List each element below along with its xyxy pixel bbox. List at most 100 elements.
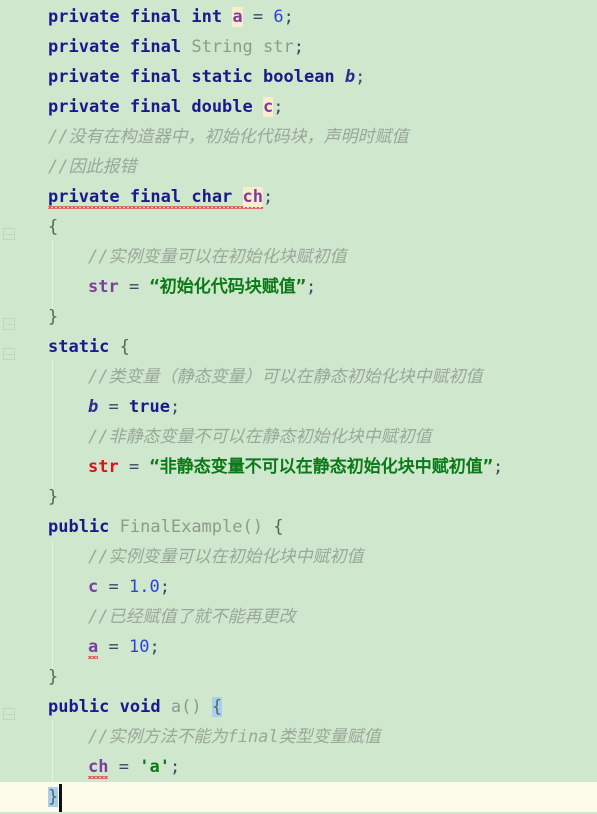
ref-str-assign[interactable]: str	[88, 277, 119, 297]
code-line-12[interactable]: static {	[0, 332, 597, 362]
comment-line-15: //非静态变量不可以在静态初始化块中赋初值	[88, 427, 432, 447]
keyword-char: char	[191, 187, 233, 207]
field-c-declaration[interactable]: c	[263, 97, 274, 117]
operator-assign: =	[108, 577, 119, 597]
literal-true: true	[129, 397, 170, 417]
constructor-name: FinalExample	[119, 517, 243, 537]
code-line-23[interactable]: }	[0, 662, 597, 692]
keyword-final: final	[129, 7, 182, 27]
semicolon: ;	[283, 7, 294, 27]
code-line-27[interactable]: }	[0, 782, 597, 812]
keyword-final: final	[129, 67, 182, 87]
keyword-final: final	[129, 37, 182, 57]
semicolon: ;	[169, 757, 181, 777]
ref-ch-error-assign[interactable]: ch	[88, 757, 109, 781]
keyword-double: double	[191, 97, 253, 117]
keyword-private: private	[48, 7, 120, 27]
brace-open-constructor: {	[273, 517, 284, 537]
semicolon: ;	[293, 37, 304, 57]
keyword-private: private	[48, 97, 120, 117]
operator-assign: =	[118, 757, 129, 777]
string-literal-static-error: “非静态变量不可以在静态初始化块中赋初值”	[149, 457, 493, 477]
code-line-10[interactable]: str = “初始化代码块赋值”;	[0, 272, 597, 302]
field-ch-declaration[interactable]: ch	[242, 187, 264, 207]
code-line-18[interactable]: public FinalExample() {	[0, 512, 597, 542]
semicolon: ;	[273, 97, 284, 117]
brace-open-static-block: {	[119, 337, 130, 357]
brace-open-instance-block: {	[48, 217, 59, 237]
keyword-private: private	[48, 187, 120, 207]
literal-1-0: 1.0	[129, 577, 160, 597]
code-line-14[interactable]: b = true;	[0, 392, 597, 422]
comment-line-13: //类变量（静态变量）可以在静态初始化块中赋初值	[88, 367, 483, 387]
keyword-private: private	[48, 37, 120, 57]
comment-line-6: //因此报错	[48, 157, 137, 177]
error-underline-ch-declaration: private final char ch	[48, 187, 264, 211]
comment-line-21: //已经赋值了就不能再更改	[88, 607, 296, 627]
literal-6: 6	[273, 7, 284, 27]
ref-c-assign[interactable]: c	[88, 577, 98, 597]
operator-assign: =	[252, 7, 264, 27]
method-parens: ()	[181, 697, 202, 717]
code-line-9[interactable]: //实例变量可以在初始化块赋初值	[0, 242, 597, 272]
keyword-final: final	[129, 187, 182, 207]
code-line-19[interactable]: //实例变量可以在初始化块中赋初值	[0, 542, 597, 572]
literal-10: 10	[129, 637, 150, 657]
constructor-parens: ()	[242, 517, 263, 537]
operator-assign: =	[128, 277, 140, 297]
field-str-declaration[interactable]: str	[263, 37, 294, 57]
string-literal-init-block: “初始化代码块赋值”	[149, 277, 306, 297]
brace-open-method-a: {	[211, 697, 223, 717]
code-line-20[interactable]: c = 1.0;	[0, 572, 597, 602]
code-line-5[interactable]: //没有在构造器中，初始化代码块，声明时赋值	[0, 122, 597, 152]
code-line-25[interactable]: //实例方法不能为final类型变量赋值	[0, 722, 597, 752]
comment-line-19: //实例变量可以在初始化块中赋初值	[88, 547, 364, 567]
field-a-declaration[interactable]: a	[232, 7, 243, 27]
code-line-21[interactable]: //已经赋值了就不能再更改	[0, 602, 597, 632]
brace-close-static-block: }	[48, 487, 59, 507]
code-line-2[interactable]: private final String str;	[0, 32, 597, 62]
code-line-4[interactable]: private final double c;	[0, 92, 597, 122]
semicolon: ;	[169, 397, 181, 417]
code-line-16[interactable]: str = “非静态变量不可以在静态初始化块中赋初值”;	[0, 452, 597, 482]
keyword-void: void	[119, 697, 161, 717]
ref-b-assign[interactable]: b	[88, 397, 98, 417]
code-editor[interactable]: private final int a = 6; private final S…	[0, 0, 597, 814]
brace-close-method-a: }	[48, 787, 59, 807]
keyword-boolean: boolean	[263, 67, 335, 87]
keyword-private: private	[48, 67, 120, 87]
code-line-11[interactable]: }	[0, 302, 597, 332]
code-line-13[interactable]: //类变量（静态变量）可以在静态初始化块中赋初值	[0, 362, 597, 392]
keyword-static: static	[48, 337, 110, 357]
code-line-1[interactable]: private final int a = 6;	[0, 2, 597, 32]
keyword-public: public	[48, 517, 110, 537]
brace-close-instance-block: }	[48, 307, 59, 327]
comment-line-25: //实例方法不能为final类型变量赋值	[88, 727, 381, 747]
code-line-6[interactable]: //因此报错	[0, 152, 597, 182]
code-surface[interactable]: private final int a = 6; private final S…	[0, 0, 597, 814]
code-line-22[interactable]: a = 10;	[0, 632, 597, 662]
text-caret	[59, 784, 62, 812]
code-line-17[interactable]: }	[0, 482, 597, 512]
operator-assign: =	[108, 637, 119, 657]
code-line-26[interactable]: ch = 'a';	[0, 752, 597, 782]
semicolon: ;	[492, 457, 504, 477]
comment-line-9: //实例变量可以在初始化块赋初值	[88, 247, 347, 267]
keyword-static: static	[191, 67, 253, 87]
semicolon: ;	[159, 577, 170, 597]
method-name-a: a	[170, 697, 182, 717]
semicolon: ;	[305, 277, 317, 297]
ref-str-error-assign[interactable]: str	[88, 457, 119, 477]
type-string: String	[191, 37, 253, 57]
code-line-3[interactable]: private final static boolean b;	[0, 62, 597, 92]
keyword-final: final	[129, 97, 182, 117]
field-b-declaration[interactable]: b	[345, 67, 355, 87]
code-line-7[interactable]: private final char ch;	[0, 182, 597, 212]
operator-assign: =	[128, 457, 140, 477]
code-line-8[interactable]: {	[0, 212, 597, 242]
ref-a-error-assign[interactable]: a	[88, 637, 99, 661]
code-line-24[interactable]: public void a() {	[0, 692, 597, 722]
code-line-15[interactable]: //非静态变量不可以在静态初始化块中赋初值	[0, 422, 597, 452]
operator-assign: =	[108, 397, 119, 417]
char-literal-a: 'a'	[139, 757, 170, 777]
